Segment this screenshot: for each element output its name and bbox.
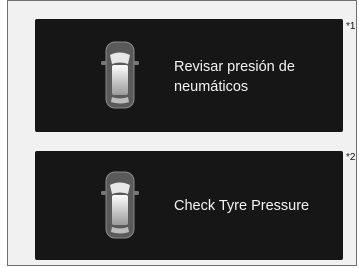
warning-message-line-1: Check Tyre Pressure — [174, 198, 310, 214]
warning-message-line-2: neumáticos — [174, 79, 249, 95]
warning-message: Revisar presión de neumáticos — [174, 57, 295, 97]
car-top-view-icon — [101, 171, 139, 239]
display-screen-english: Check Tyre Pressure — [35, 151, 343, 260]
car-top-view-icon — [101, 41, 139, 109]
illustration-frame: Revisar presión de neumáticos Check Tyre… — [7, 0, 357, 266]
footnote-marker: *2 — [346, 152, 356, 163]
warning-message: Check Tyre Pressure — [174, 196, 309, 216]
footnote-marker: *1 — [346, 21, 356, 32]
display-screen-spanish: Revisar presión de neumáticos — [35, 19, 343, 132]
warning-message-line-1: Revisar presión de — [174, 59, 295, 75]
